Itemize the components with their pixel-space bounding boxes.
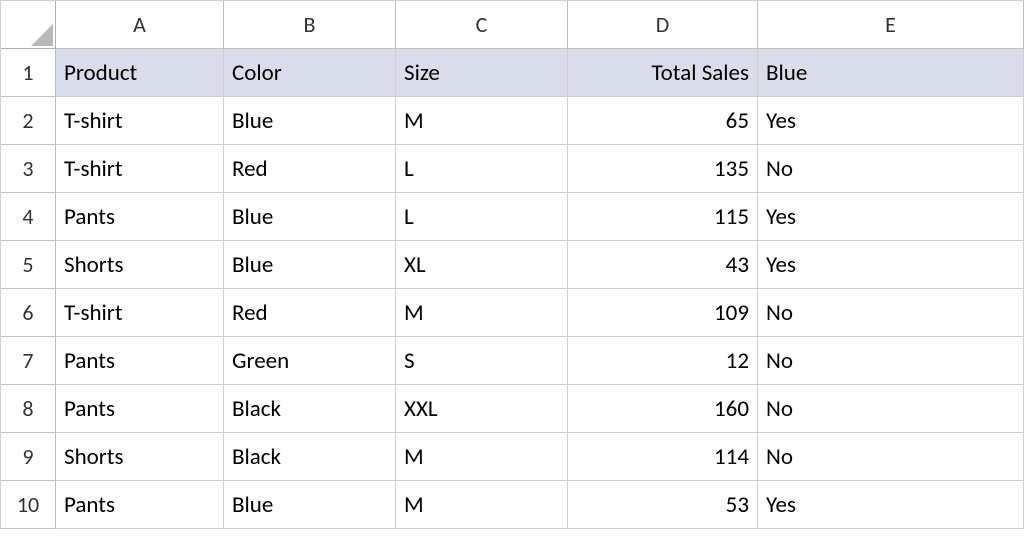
row-header-1[interactable]: 1: [1, 49, 56, 97]
cell-D4[interactable]: 115: [568, 193, 758, 241]
cell-C9[interactable]: M: [396, 433, 568, 481]
cell-B8[interactable]: Black: [224, 385, 396, 433]
row-header-3[interactable]: 3: [1, 145, 56, 193]
cell-A4[interactable]: Pants: [56, 193, 224, 241]
cell-C7[interactable]: S: [396, 337, 568, 385]
select-all-corner[interactable]: [1, 1, 56, 49]
row-header-7[interactable]: 7: [1, 337, 56, 385]
cell-E1[interactable]: Blue: [758, 49, 1024, 97]
col-header-D[interactable]: D: [568, 1, 758, 49]
cell-B5[interactable]: Blue: [224, 241, 396, 289]
row-header-10[interactable]: 10: [1, 481, 56, 529]
cell-B10[interactable]: Blue: [224, 481, 396, 529]
cell-D6[interactable]: 109: [568, 289, 758, 337]
cell-C1[interactable]: Size: [396, 49, 568, 97]
cell-C3[interactable]: L: [396, 145, 568, 193]
row-header-5[interactable]: 5: [1, 241, 56, 289]
cell-C10[interactable]: M: [396, 481, 568, 529]
cell-B2[interactable]: Blue: [224, 97, 396, 145]
cell-A8[interactable]: Pants: [56, 385, 224, 433]
cell-A6[interactable]: T-shirt: [56, 289, 224, 337]
row-header-9[interactable]: 9: [1, 433, 56, 481]
cell-B1[interactable]: Color: [224, 49, 396, 97]
cell-B3[interactable]: Red: [224, 145, 396, 193]
cell-E2[interactable]: Yes: [758, 97, 1024, 145]
cell-A3[interactable]: T-shirt: [56, 145, 224, 193]
spreadsheet-grid: A B C D E 1 Product Color Size Total Sal…: [0, 0, 1024, 529]
cell-E6[interactable]: No: [758, 289, 1024, 337]
cell-C2[interactable]: M: [396, 97, 568, 145]
cell-D2[interactable]: 65: [568, 97, 758, 145]
cell-A5[interactable]: Shorts: [56, 241, 224, 289]
cell-D9[interactable]: 114: [568, 433, 758, 481]
cell-D10[interactable]: 53: [568, 481, 758, 529]
cell-A1[interactable]: Product: [56, 49, 224, 97]
cell-A2[interactable]: T-shirt: [56, 97, 224, 145]
cell-A9[interactable]: Shorts: [56, 433, 224, 481]
cell-E7[interactable]: No: [758, 337, 1024, 385]
cell-E3[interactable]: No: [758, 145, 1024, 193]
cell-D8[interactable]: 160: [568, 385, 758, 433]
col-header-C[interactable]: C: [396, 1, 568, 49]
cell-D7[interactable]: 12: [568, 337, 758, 385]
cell-E9[interactable]: No: [758, 433, 1024, 481]
cell-E4[interactable]: Yes: [758, 193, 1024, 241]
cell-E10[interactable]: Yes: [758, 481, 1024, 529]
row-header-8[interactable]: 8: [1, 385, 56, 433]
row-header-6[interactable]: 6: [1, 289, 56, 337]
cell-E5[interactable]: Yes: [758, 241, 1024, 289]
cell-A10[interactable]: Pants: [56, 481, 224, 529]
cell-C8[interactable]: XXL: [396, 385, 568, 433]
cell-B6[interactable]: Red: [224, 289, 396, 337]
cell-B4[interactable]: Blue: [224, 193, 396, 241]
row-header-2[interactable]: 2: [1, 97, 56, 145]
cell-A7[interactable]: Pants: [56, 337, 224, 385]
cell-B7[interactable]: Green: [224, 337, 396, 385]
col-header-E[interactable]: E: [758, 1, 1024, 49]
col-header-A[interactable]: A: [56, 1, 224, 49]
row-header-4[interactable]: 4: [1, 193, 56, 241]
cell-D3[interactable]: 135: [568, 145, 758, 193]
cell-C4[interactable]: L: [396, 193, 568, 241]
cell-C6[interactable]: M: [396, 289, 568, 337]
cell-C5[interactable]: XL: [396, 241, 568, 289]
col-header-B[interactable]: B: [224, 1, 396, 49]
cell-D5[interactable]: 43: [568, 241, 758, 289]
cell-E8[interactable]: No: [758, 385, 1024, 433]
cell-B9[interactable]: Black: [224, 433, 396, 481]
cell-D1[interactable]: Total Sales: [568, 49, 758, 97]
